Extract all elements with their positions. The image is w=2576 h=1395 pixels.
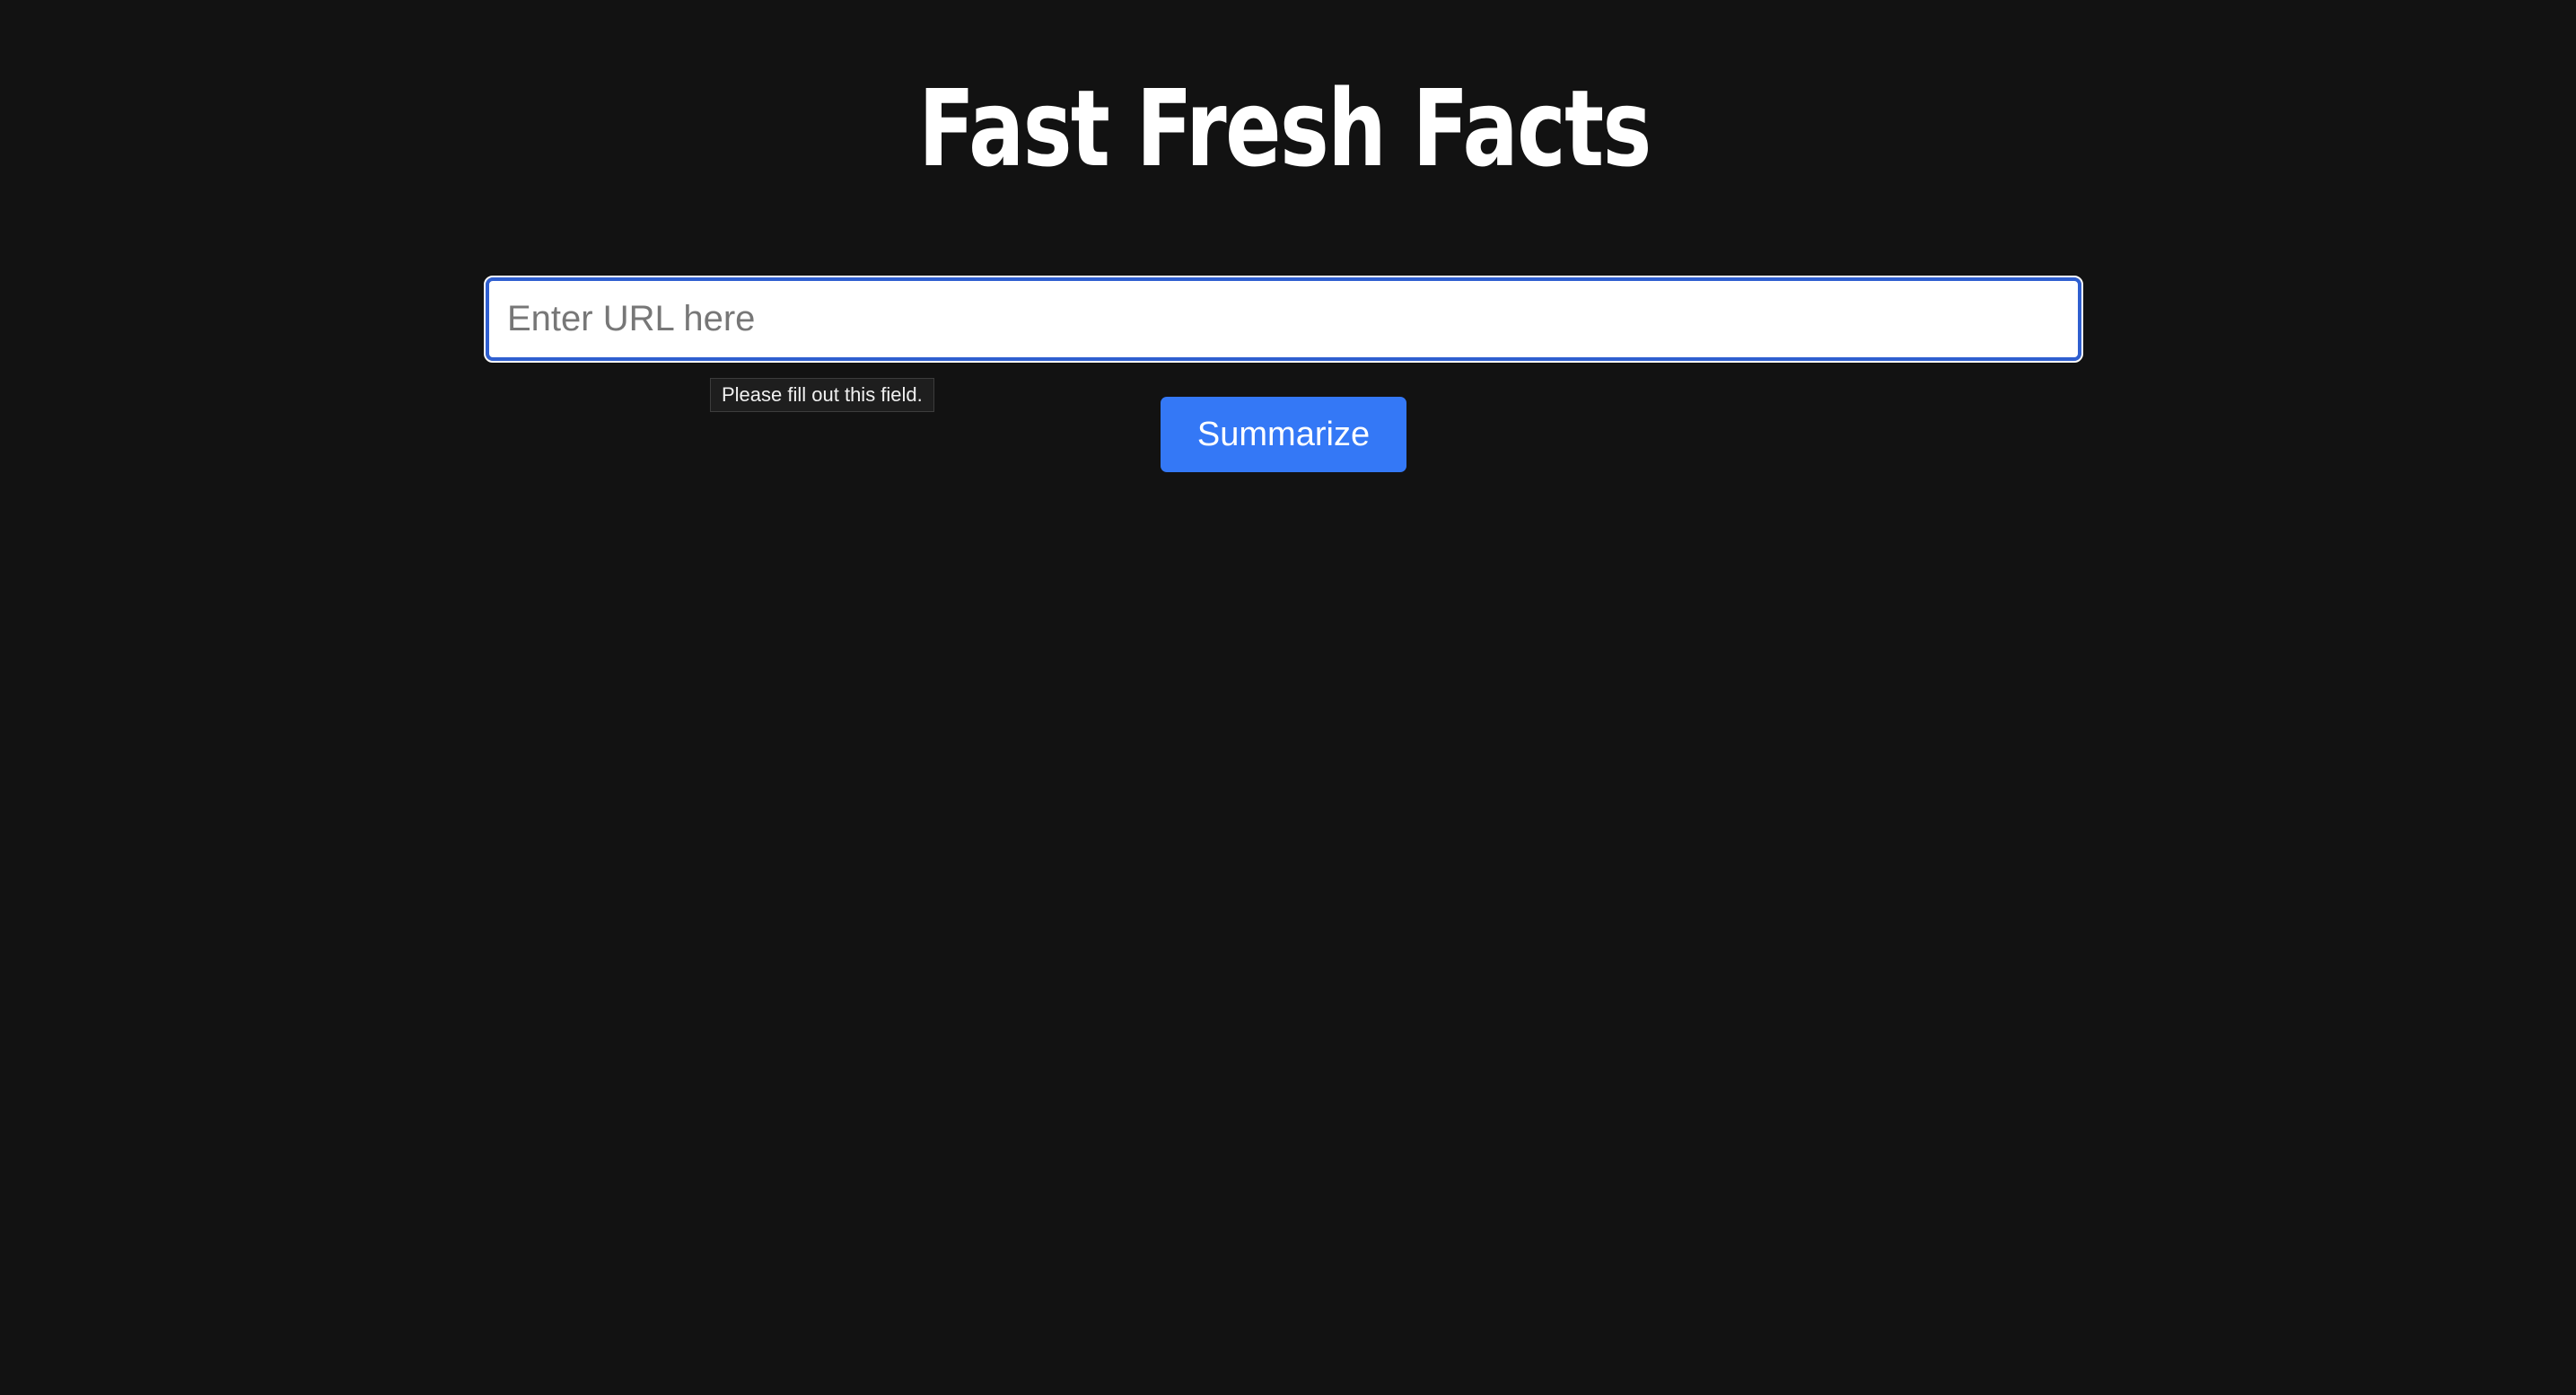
page: Fast Fresh Facts Please fill out this fi… (0, 0, 2576, 1395)
page-title: Fast Fresh Facts (918, 66, 1652, 190)
summarize-button[interactable]: Summarize (1161, 397, 1406, 472)
validation-tooltip: Please fill out this field. (710, 378, 934, 412)
url-input[interactable] (484, 276, 2083, 363)
